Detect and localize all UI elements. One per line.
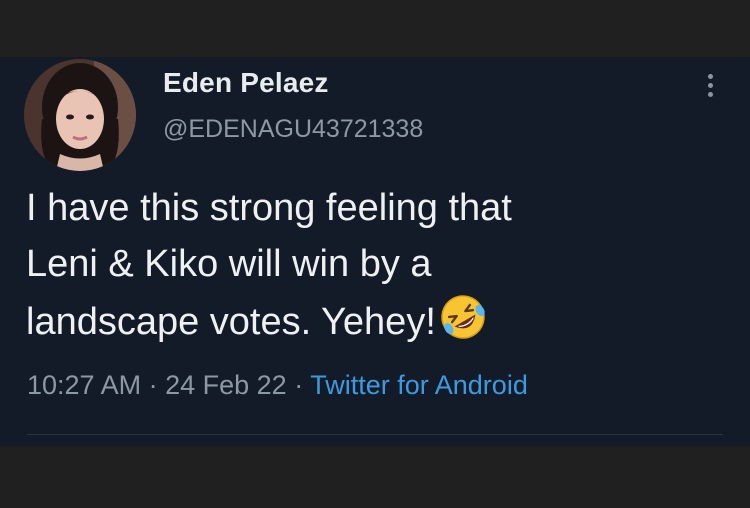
meta-separator: · (294, 370, 304, 400)
more-vertical-icon-dot (707, 91, 713, 97)
tweet-source-link[interactable]: Twitter for Android (310, 370, 528, 400)
tweet-time[interactable]: 10:27 AM (27, 370, 141, 400)
tweet-card: Eden Pelaez @EDENAGU43721338 I have this… (0, 57, 750, 446)
profile-photo-icon (24, 59, 136, 171)
more-vertical-icon (707, 73, 713, 79)
more-options-button[interactable] (696, 65, 724, 105)
tweet-text: I have this strong feeling that Leni & K… (26, 180, 716, 350)
rolling-on-the-floor-laughing-emoji-icon (441, 295, 485, 339)
tweet-text-line: Leni & Kiko will win by a (26, 243, 432, 285)
screenshot-frame-bottom (0, 446, 750, 508)
author-handle[interactable]: @EDENAGU43721338 (163, 115, 423, 144)
more-vertical-icon-dot (707, 82, 713, 88)
tweet-text-line: landscape votes. Yehey! (26, 301, 436, 343)
author-display-name[interactable]: Eden Pelaez (163, 67, 329, 99)
screenshot-frame-top (0, 0, 750, 57)
tweet-text-line-with-emoji: landscape votes. Yehey! (26, 292, 716, 350)
meta-separator: · (148, 370, 158, 400)
tweet-date[interactable]: 24 Feb 22 (165, 370, 287, 400)
divider (27, 434, 723, 435)
avatar[interactable] (24, 59, 136, 171)
tweet-meta: 10:27 AM · 24 Feb 22 · Twitter for Andro… (27, 370, 528, 401)
tweet-text-line: I have this strong feeling that (26, 187, 512, 229)
